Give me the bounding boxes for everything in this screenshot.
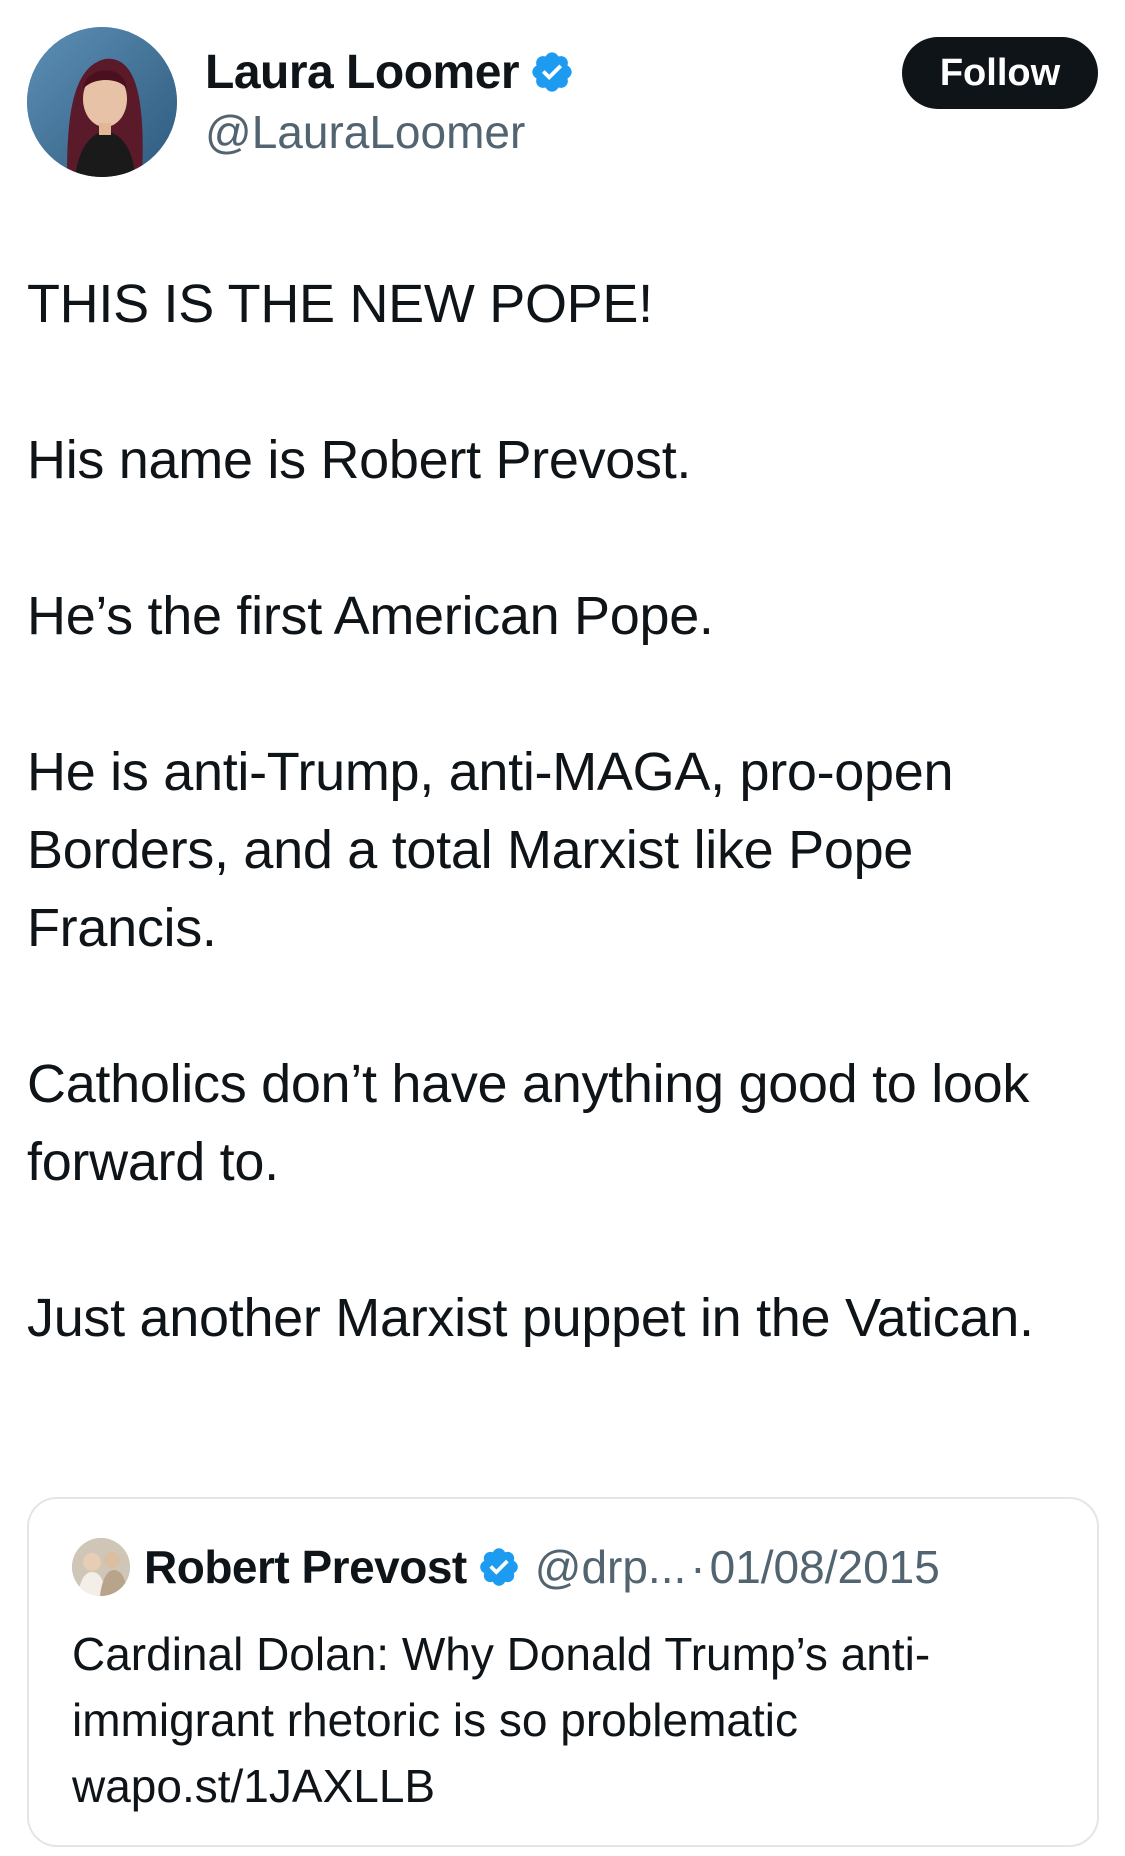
quoted-author-avatar xyxy=(72,1538,130,1596)
author-display-name[interactable]: Laura Loomer xyxy=(205,45,520,100)
follow-button[interactable]: Follow xyxy=(902,37,1098,109)
quoted-author-handle: @drp... xyxy=(534,1541,687,1593)
quoted-tweet-body: Cardinal Dolan: Why Donald Trump’s anti-… xyxy=(72,1621,1072,1819)
tweet-paragraph: He is anti-Trump, anti-MAGA, pro-open Bo… xyxy=(27,742,954,958)
author-names: Laura Loomer @LauraLoomer xyxy=(205,45,575,159)
profile-photo-icon xyxy=(27,27,177,177)
display-name-row: Laura Loomer xyxy=(205,45,575,99)
quoted-verified-badge-icon xyxy=(479,1548,518,1586)
tweet-paragraph: He’s the first American Pope. xyxy=(27,586,714,646)
quoted-tweet-date: 01/08/2015 xyxy=(709,1541,940,1593)
tweet-text: THIS IS THE NEW POPE! His name is Robert… xyxy=(27,265,1087,1357)
author-handle[interactable]: @LauraLoomer xyxy=(205,105,575,159)
quoted-tweet-header: Robert Prevost @drp... · 01/08/2015 xyxy=(72,1537,940,1597)
author-avatar[interactable] xyxy=(27,27,177,177)
quoted-author-display-name: Robert Prevost xyxy=(144,1541,467,1593)
quoted-separator: · xyxy=(690,1541,706,1593)
quoted-profile-photo-icon xyxy=(72,1538,130,1596)
quoted-tweet-link[interactable]: wapo.st/1JAXLLB xyxy=(72,1753,1072,1819)
tweet-paragraph: Catholics don’t have anything good to lo… xyxy=(27,1054,1030,1192)
quoted-tweet-text: Cardinal Dolan: Why Donald Trump’s anti-… xyxy=(72,1628,931,1746)
tweet-header: Laura Loomer @LauraLoomer Follow xyxy=(27,27,1098,177)
tweet-paragraph: Just another Marxist puppet in the Vatic… xyxy=(27,1288,1034,1348)
verified-badge-icon xyxy=(532,52,572,92)
tweet-paragraph: His name is Robert Prevost. xyxy=(27,430,692,490)
tweet-paragraph: THIS IS THE NEW POPE! xyxy=(27,274,653,334)
quoted-tweet-card[interactable]: Robert Prevost @drp... · 01/08/2015 Card… xyxy=(27,1497,1099,1847)
